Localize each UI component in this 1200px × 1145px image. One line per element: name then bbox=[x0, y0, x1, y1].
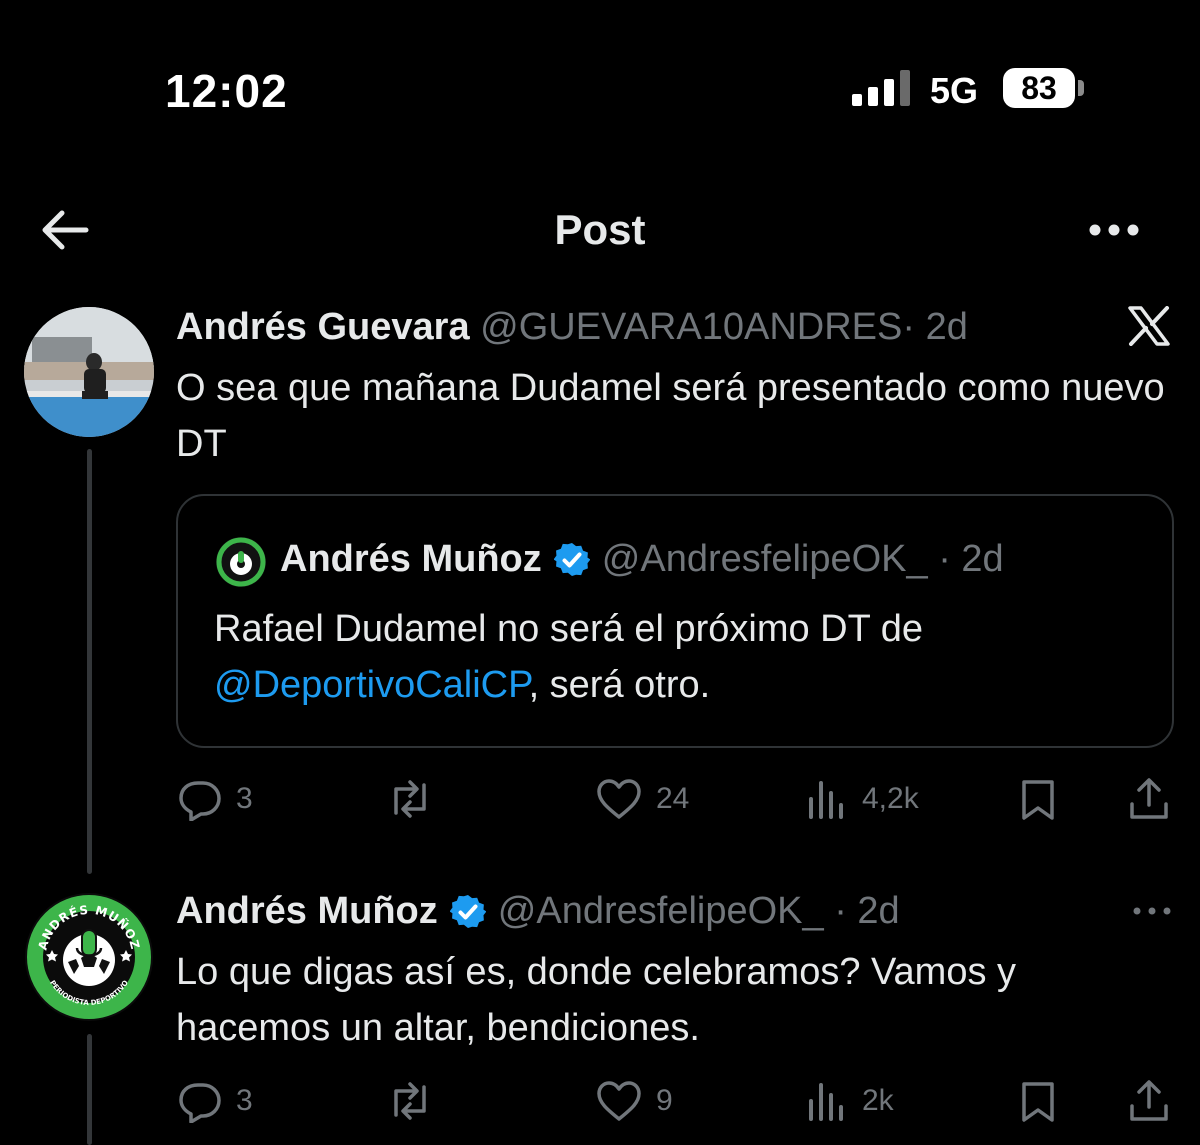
post-header: Andrés Muñoz @AndresfelipeOK_ · 2d bbox=[176, 890, 900, 933]
post-time[interactable]: · 2d bbox=[902, 306, 967, 348]
heart-icon bbox=[597, 779, 641, 819]
view-count: 4,2k bbox=[862, 782, 919, 815]
quoted-post-time: · 2d bbox=[938, 538, 1004, 580]
post-more-icon[interactable] bbox=[1132, 904, 1172, 918]
battery-nub bbox=[1078, 80, 1084, 96]
like-count: 9 bbox=[656, 1084, 673, 1117]
x-logo-icon bbox=[1128, 306, 1170, 346]
verified-badge-icon bbox=[449, 894, 486, 930]
quoted-avatar bbox=[215, 536, 267, 588]
verified-badge-icon bbox=[553, 542, 590, 578]
network-type: 5G bbox=[930, 70, 979, 111]
cell-signal-icon bbox=[852, 70, 914, 106]
like-button[interactable]: 24 bbox=[596, 777, 689, 821]
heart-icon bbox=[597, 1081, 641, 1121]
avatar[interactable]: ANDRÉS MUÑOZ PERIODISTA DEPORTIVO bbox=[24, 892, 154, 1022]
author-handle[interactable]: @AndresfelipeOK_ bbox=[498, 890, 824, 932]
view-count: 2k bbox=[862, 1084, 894, 1117]
repost-icon bbox=[394, 1082, 426, 1120]
repost-button[interactable] bbox=[386, 777, 434, 821]
battery-level: 83 bbox=[1003, 68, 1075, 108]
mention-link[interactable]: @DeportivoCaliCP bbox=[214, 664, 529, 706]
quoted-text-end: , será otro. bbox=[528, 664, 711, 706]
views-button[interactable]: 2k bbox=[806, 1079, 894, 1123]
bookmark-icon bbox=[1022, 1082, 1054, 1122]
bookmark-icon bbox=[1022, 780, 1054, 820]
reply-icon bbox=[179, 781, 221, 821]
like-count: 24 bbox=[656, 782, 690, 815]
repost-icon bbox=[394, 780, 426, 818]
quoted-author-handle: @AndresfelipeOK_ bbox=[601, 538, 928, 580]
like-button[interactable]: 9 bbox=[596, 1079, 673, 1123]
status-time: 12:02 bbox=[165, 65, 288, 117]
reply-icon bbox=[179, 1083, 221, 1123]
post-time[interactable]: · 2d bbox=[834, 890, 899, 932]
quoted-post-text: Rafael Dudamel no será el próximo DT de … bbox=[214, 601, 1154, 713]
page-title: Post bbox=[554, 206, 646, 253]
share-button[interactable] bbox=[1128, 1079, 1170, 1123]
post-header: Andrés Guevara @GUEVARA10ANDRES· 2d bbox=[176, 306, 968, 349]
thread-line bbox=[87, 1034, 92, 1145]
views-button[interactable]: 4,2k bbox=[806, 777, 919, 821]
reply-button[interactable]: 3 bbox=[178, 777, 253, 821]
views-icon bbox=[809, 1083, 843, 1121]
share-icon bbox=[1130, 778, 1168, 819]
repost-button[interactable] bbox=[386, 1079, 434, 1123]
bookmark-button[interactable] bbox=[1018, 1079, 1058, 1123]
avatar[interactable] bbox=[24, 307, 154, 437]
more-options-icon[interactable] bbox=[1088, 220, 1140, 240]
author-handle[interactable]: @GUEVARA10ANDRES bbox=[480, 306, 902, 348]
reply-button[interactable]: 3 bbox=[178, 1079, 253, 1123]
quoted-author-name: Andrés Muñoz bbox=[280, 538, 542, 580]
quoted-text-start: Rafael Dudamel no será el próximo DT de bbox=[214, 608, 923, 650]
post-text: O sea que mañana Dudamel será presentado… bbox=[176, 367, 1165, 465]
share-icon bbox=[1130, 1080, 1168, 1121]
author-name[interactable]: Andrés Guevara bbox=[176, 306, 470, 348]
thread-line bbox=[87, 449, 92, 874]
share-button[interactable] bbox=[1128, 777, 1170, 821]
bookmark-button[interactable] bbox=[1018, 777, 1058, 821]
views-icon bbox=[809, 781, 843, 819]
post-text: Lo que digas así es, donde celebramos? V… bbox=[176, 951, 1017, 1049]
author-name[interactable]: Andrés Muñoz bbox=[176, 890, 438, 933]
reply-count: 3 bbox=[236, 782, 253, 815]
reply-count: 3 bbox=[236, 1084, 253, 1117]
quoted-header: Andrés Muñoz @AndresfelipeOK_ · 2d bbox=[280, 538, 1004, 581]
